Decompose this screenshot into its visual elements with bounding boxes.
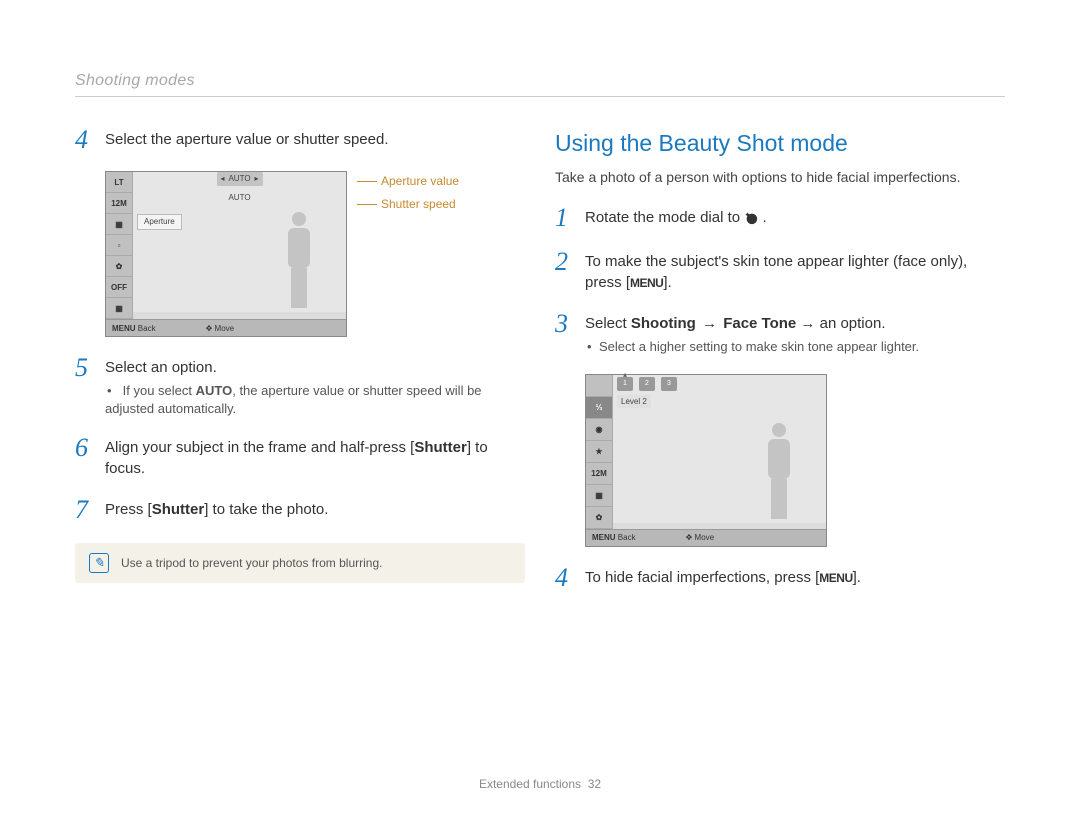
lcd-screen: ⅓ ◉ ★ 12M ▦ ✿ ▴ 1 2 3 (585, 374, 827, 547)
manual-page: Shooting modes 4 Select the aperture val… (0, 0, 1080, 815)
move-icon: ✥ (686, 533, 693, 542)
beauty-mode-icon (744, 211, 758, 225)
level-icon: 1 (617, 377, 633, 391)
menu-icon: MENU (592, 533, 616, 542)
section-title: Using the Beauty Shot mode (555, 127, 1005, 159)
note-box: ✎ Use a tripod to prevent your photos fr… (75, 543, 525, 583)
step-text: Select the aperture value or shutter spe… (105, 127, 525, 153)
step-6: 6 Align your subject in the frame and ha… (75, 435, 525, 479)
callout: Shutter speed (357, 196, 459, 213)
step-number: 3 (555, 311, 573, 356)
lcd-illustration-2: ⅓ ◉ ★ 12M ▦ ✿ ▴ 1 2 3 (585, 374, 1005, 547)
silhouette-icon (754, 423, 804, 523)
step-number: 2 (555, 249, 573, 293)
footer-section: Extended functions (479, 777, 581, 791)
page-footer: Extended functions 32 (0, 776, 1080, 793)
sidebar-icon: LT (106, 172, 132, 193)
shutter-value: AUTO (228, 192, 250, 203)
step-text: Select Shooting → Face Tone → an option.… (585, 311, 1005, 356)
callouts: Aperture value Shutter speed (357, 173, 459, 213)
sidebar-icon: ✿ (106, 256, 132, 277)
step-3: 3 Select Shooting → Face Tone → an optio… (555, 311, 1005, 356)
sidebar-icon: ▫ (106, 235, 132, 256)
bullet-list: If you select AUTO, the aperture value o… (105, 382, 525, 417)
level-label: Level 2 (617, 395, 651, 408)
note-text: Use a tripod to prevent your photos from… (121, 555, 382, 572)
aperture-value-selector: ◂ AUTO ▸ (216, 172, 262, 185)
sidebar-icon: ⅓ (586, 397, 612, 419)
sidebar-icon: 12M (106, 193, 132, 214)
lcd-illustration-1: LT 12M ▦ ▫ ✿ OFF ▦ ◂ AUTO ▸ (105, 171, 525, 337)
step-text: To make the subject's skin tone appear l… (585, 249, 1005, 293)
note-icon: ✎ (89, 553, 109, 573)
selected-value: AUTO (228, 173, 250, 184)
left-column: 4 Select the aperture value or shutter s… (75, 127, 525, 608)
lcd-footer: MENU Back ✥ Move (586, 529, 826, 546)
step-text: To hide facial imperfections, press [MEN… (585, 565, 1005, 591)
step-number: 6 (75, 435, 93, 479)
move-icon: ✥ (206, 324, 213, 333)
lcd-main: ▴ 1 2 3 Level 2 (613, 375, 826, 523)
step-text: Rotate the mode dial to . (585, 205, 1005, 231)
level-icon: 2 (639, 377, 655, 391)
columns: 4 Select the aperture value or shutter s… (75, 127, 1005, 608)
silhouette-icon (274, 212, 324, 312)
step-5: 5 Select an option. If you select AUTO, … (75, 355, 525, 417)
sidebar-icon: OFF (106, 277, 132, 298)
sidebar-icon: ▦ (106, 298, 132, 319)
sidebar-icon: ✿ (586, 507, 612, 529)
bullet-list: Select a higher setting to make skin ton… (585, 338, 1005, 356)
step-1: 1 Rotate the mode dial to . (555, 205, 1005, 231)
step-number: 1 (555, 205, 573, 231)
page-header: Shooting modes (75, 70, 1005, 97)
sidebar-icon: ▦ (586, 485, 612, 507)
sidebar-icon (586, 375, 612, 397)
callout: Aperture value (357, 173, 459, 190)
footer-move: Move (695, 533, 715, 542)
lcd-sidebar: LT 12M ▦ ▫ ✿ OFF ▦ (106, 172, 133, 319)
sidebar-icon: ★ (586, 441, 612, 463)
page-number: 32 (588, 777, 601, 791)
right-column: Using the Beauty Shot mode Take a photo … (555, 127, 1005, 608)
sidebar-icon: ▦ (106, 214, 132, 235)
face-tone-levels: 1 2 3 (617, 377, 677, 391)
step-2: 2 To make the subject's skin tone appear… (555, 249, 1005, 293)
step-text: Select an option. If you select AUTO, th… (105, 355, 525, 417)
step-4: 4 To hide facial imperfections, press [M… (555, 565, 1005, 591)
sidebar-icon: ◉ (586, 419, 612, 441)
lcd-footer: MENU Back ✥ Move (106, 319, 346, 336)
step-4: 4 Select the aperture value or shutter s… (75, 127, 525, 153)
level-icon: 3 (661, 377, 677, 391)
lcd-screen: LT 12M ▦ ▫ ✿ OFF ▦ ◂ AUTO ▸ (105, 171, 347, 337)
footer-move: Move (215, 324, 235, 333)
step-text: Align your subject in the frame and half… (105, 435, 525, 479)
chevron-right-icon: ▸ (255, 173, 259, 184)
sidebar-icon: 12M (586, 463, 612, 485)
aperture-label: Aperture (137, 214, 182, 229)
step-number: 5 (75, 355, 93, 417)
lcd-main: ◂ AUTO ▸ AUTO Aperture (133, 172, 346, 312)
bullet: If you select AUTO, the aperture value o… (105, 382, 525, 417)
step-text: Press [Shutter] to take the photo. (105, 497, 525, 523)
section-subtitle: Take a photo of a person with options to… (555, 168, 1005, 188)
bullet: Select a higher setting to make skin ton… (585, 338, 1005, 356)
menu-icon: MENU (112, 324, 136, 333)
step-7: 7 Press [Shutter] to take the photo. (75, 497, 525, 523)
chevron-left-icon: ◂ (220, 173, 224, 184)
footer-back: Back (138, 324, 156, 333)
step-number: 4 (555, 565, 573, 591)
footer-back: Back (618, 533, 636, 542)
step-number: 7 (75, 497, 93, 523)
step-number: 4 (75, 127, 93, 153)
lcd-sidebar: ⅓ ◉ ★ 12M ▦ ✿ (586, 375, 613, 529)
